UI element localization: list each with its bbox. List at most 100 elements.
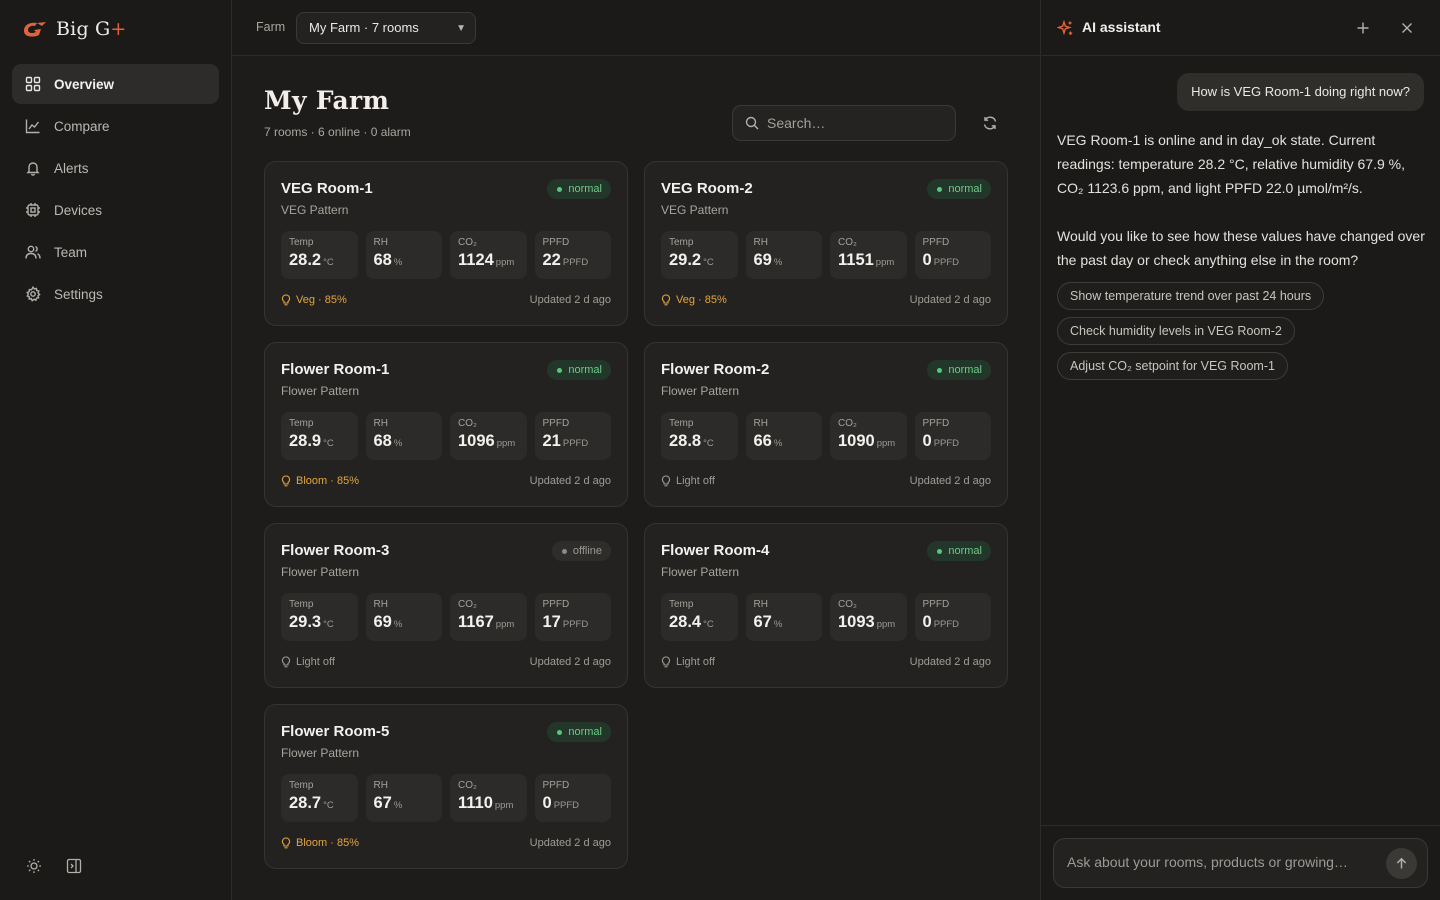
assistant-input[interactable]: [1067, 854, 1367, 870]
metric-unit: ppm: [495, 619, 515, 630]
metric-unit: ppm: [496, 438, 516, 449]
farm-select[interactable]: My Farm · 7 rooms ▼: [296, 12, 476, 44]
metric-temp: Temp 28.4 °C: [661, 593, 738, 641]
sidebar-item-overview[interactable]: Overview: [12, 64, 219, 104]
light-status: Light off: [281, 656, 335, 668]
status-badge: normal: [927, 179, 991, 199]
room-name: Flower Room-1: [281, 361, 390, 378]
sidebar-item-label: Settings: [54, 286, 103, 302]
room-card[interactable]: VEG Room-1 normal VEG Pattern Temp 28.2 °…: [264, 161, 628, 326]
metric-co2: CO₂ 1167 ppm: [450, 593, 527, 641]
metric-unit: %: [773, 619, 783, 630]
metric-number: 0: [922, 432, 932, 450]
sidebar-item-compare[interactable]: Compare: [12, 106, 219, 146]
sparkle-icon: [1057, 20, 1074, 37]
suggestion-chip[interactable]: Adjust CO₂ setpoint for VEG Room-1: [1057, 352, 1288, 380]
metric-value: 0 PPFD: [923, 251, 984, 270]
metric-ppfd: PPFD 0 PPFD: [914, 412, 991, 460]
room-card[interactable]: Flower Room-5 normal Flower Pattern Temp…: [264, 704, 628, 869]
metric-value: 1090 ppm: [838, 432, 899, 451]
search-box[interactable]: [732, 105, 956, 141]
metric-unit: PPFD: [933, 619, 960, 630]
room-name: Flower Room-5: [281, 723, 390, 740]
room-card[interactable]: VEG Room-2 normal VEG Pattern Temp 29.2 °…: [644, 161, 1008, 326]
metric-label: PPFD: [542, 780, 570, 791]
metric-value: 0 PPFD: [923, 613, 984, 632]
metric-value: 29.3 °C: [289, 613, 350, 632]
metric-temp: Temp 28.7 °C: [281, 774, 358, 822]
metric-label: RH: [373, 237, 388, 248]
page-subtitle: 7 rooms · 6 online · 0 alarm: [264, 125, 411, 139]
new-chat-button[interactable]: [1355, 20, 1371, 36]
metric-label: RH: [753, 599, 768, 610]
sidebar-item-alerts[interactable]: Alerts: [12, 148, 219, 188]
metric-unit: PPFD: [553, 800, 580, 811]
gear-icon: [26, 286, 41, 302]
suggestion-chip[interactable]: Show temperature trend over past 24 hour…: [1057, 282, 1325, 310]
sidebar-item-team[interactable]: Team: [12, 232, 219, 272]
metric-label: Temp: [289, 780, 314, 791]
suggestion-chip[interactable]: Check humidity levels in VEG Room-2: [1057, 317, 1295, 345]
metric-unit: %: [773, 438, 783, 449]
metric-number: 0: [922, 251, 932, 269]
close-assistant-button[interactable]: [1399, 20, 1415, 36]
refresh-icon: [983, 116, 997, 130]
metric-unit: ppm: [876, 438, 896, 449]
updated-time: Updated 2 d ago: [529, 294, 611, 306]
theme-toggle-button[interactable]: [26, 858, 42, 874]
metric-unit: ppm: [876, 619, 896, 630]
metric-number: 22: [542, 251, 561, 269]
light-status: Veg · 85%: [281, 294, 347, 306]
grid-icon: [25, 76, 41, 92]
metric-unit: PPFD: [933, 438, 960, 449]
metric-co2: CO₂ 1090 ppm: [830, 412, 907, 460]
metric-unit: °C: [703, 438, 714, 449]
sidebar-item-settings[interactable]: Settings: [12, 274, 219, 314]
metric-value: 1124 ppm: [458, 251, 519, 270]
updated-time: Updated 2 d ago: [909, 656, 991, 668]
brand-logo[interactable]: Big G+: [20, 18, 127, 40]
collapse-sidebar-button[interactable]: [66, 858, 82, 874]
metric-unit: PPFD: [562, 619, 589, 630]
metric-number: 21: [542, 432, 561, 450]
panel-collapse-icon: [66, 858, 82, 874]
room-card[interactable]: Flower Room-3 offline Flower Pattern Tem…: [264, 523, 628, 688]
metric-number: 68: [373, 251, 392, 269]
room-card[interactable]: Flower Room-1 normal Flower Pattern Temp…: [264, 342, 628, 507]
metric-number: 28.8: [669, 432, 702, 450]
metric-label: Temp: [289, 599, 314, 610]
updated-time: Updated 2 d ago: [529, 656, 611, 668]
metric-value: 1110 ppm: [458, 794, 519, 813]
metric-label: CO₂: [458, 780, 477, 791]
sidebar-item-label: Team: [54, 244, 88, 260]
metric-label: RH: [373, 418, 388, 429]
metric-unit: PPFD: [933, 257, 960, 268]
plus-icon: [1357, 22, 1369, 34]
updated-time: Updated 2 d ago: [529, 837, 611, 849]
metric-label: CO₂: [458, 418, 477, 429]
sidebar-item-devices[interactable]: Devices: [12, 190, 219, 230]
metric-list: Temp 29.2 °C RH 69% CO₂ 1151 ppm PPFD 0 PPF…: [661, 231, 991, 279]
search-input[interactable]: [767, 115, 937, 131]
metric-number: 17: [542, 613, 561, 631]
light-status: Veg · 85%: [661, 294, 727, 306]
send-button[interactable]: [1386, 848, 1417, 879]
metric-label: CO₂: [458, 237, 477, 248]
room-pattern: Flower Pattern: [281, 565, 360, 579]
light-status-text: Bloom · 85%: [296, 475, 359, 487]
metric-value: 67%: [374, 794, 435, 813]
metric-number: 69: [373, 613, 392, 631]
metric-label: Temp: [669, 418, 694, 429]
room-card[interactable]: Flower Room-4 normal Flower Pattern Temp…: [644, 523, 1008, 688]
metric-label: PPFD: [542, 237, 570, 248]
room-card[interactable]: Flower Room-2 normal Flower Pattern Temp…: [644, 342, 1008, 507]
metric-number: 28.2: [289, 251, 322, 269]
metric-label: Temp: [669, 599, 694, 610]
metric-label: PPFD: [922, 237, 950, 248]
lightbulb-icon: [281, 475, 291, 487]
metric-unit: %: [393, 438, 403, 449]
assistant-message-paragraph: VEG Room-1 is online and in day_ok state…: [1057, 132, 1405, 196]
metric-unit: %: [393, 800, 403, 811]
refresh-button[interactable]: [982, 115, 998, 131]
metric-rh: RH 67%: [745, 593, 822, 641]
